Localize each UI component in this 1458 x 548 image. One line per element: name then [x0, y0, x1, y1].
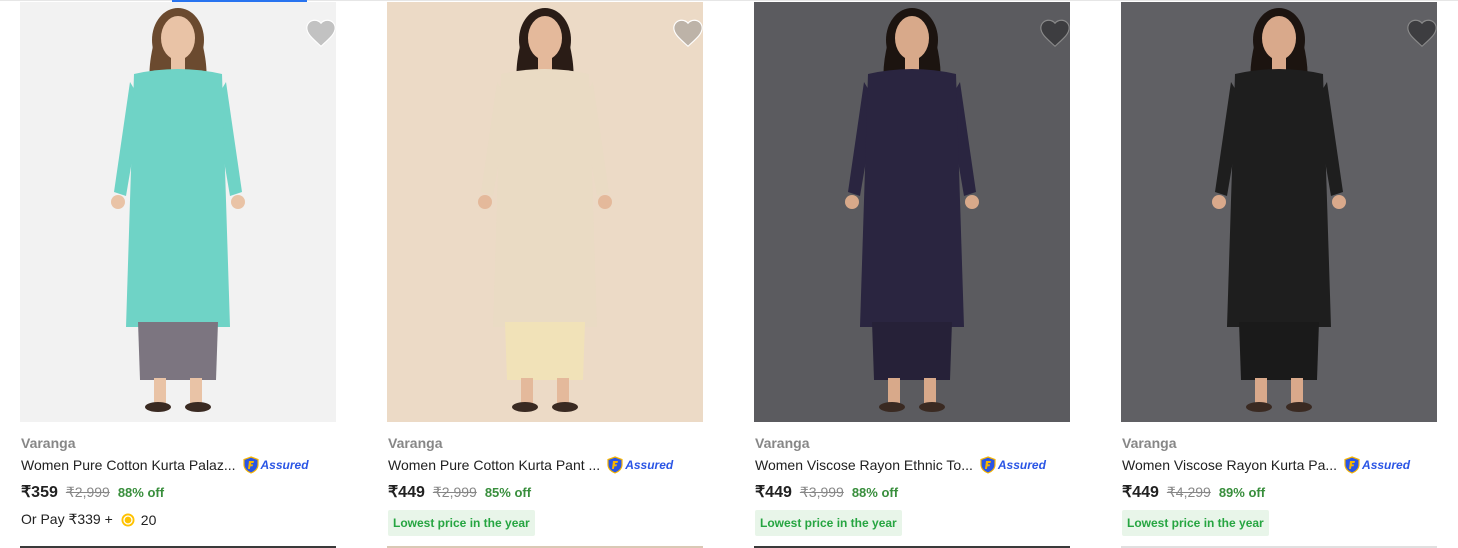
model-bottoms: [138, 322, 218, 380]
product-title[interactable]: Women Pure Cotton Kurta Pant ...: [388, 457, 600, 473]
product-title[interactable]: Women Viscose Rayon Kurta Pa...: [1122, 457, 1337, 473]
model-left-leg: [1255, 378, 1267, 404]
original-price: ₹3,999: [799, 484, 844, 500]
product-grid: Varanga Women Pure Cotton Kurta Palaz...…: [0, 0, 1458, 548]
lowest-price-badge: Lowest price in the year: [755, 510, 902, 536]
model-face: [1262, 16, 1296, 60]
product-image[interactable]: [387, 2, 703, 422]
original-price: ₹2,999: [65, 484, 110, 500]
model-right-hand: [1332, 195, 1346, 209]
lowest-price-badge: Lowest price in the year: [1122, 510, 1269, 536]
assured-shield-icon: [1344, 456, 1360, 474]
discount-percent: 88% off: [117, 485, 165, 500]
model-kurta: [1227, 69, 1331, 327]
model-right-leg: [557, 378, 569, 404]
product-title[interactable]: Women Viscose Rayon Ethnic To...: [755, 457, 973, 473]
product-card[interactable]: Varanga Women Pure Cotton Kurta Palaz...…: [20, 2, 336, 548]
assured-badge: Assured: [242, 455, 309, 475]
assured-badge: Assured: [1343, 455, 1410, 475]
product-image[interactable]: [1121, 2, 1437, 422]
model-bottoms: [1239, 322, 1319, 380]
model-left-hand: [111, 195, 125, 209]
selling-price: ₹449: [755, 484, 792, 501]
original-price: ₹4,299: [1166, 484, 1211, 500]
product-image[interactable]: [20, 2, 336, 422]
model-right-shoe: [1286, 402, 1312, 412]
model-right-hand: [965, 195, 979, 209]
model-kurta: [126, 69, 230, 327]
model-right-shoe: [552, 402, 578, 412]
assured-shield-icon: [607, 456, 623, 474]
model-right-hand: [231, 195, 245, 209]
product-card[interactable]: Varanga Women Viscose Rayon Ethnic To...…: [754, 2, 1070, 548]
product-image[interactable]: [754, 2, 1070, 422]
pay-label: Or Pay ₹339 +: [21, 511, 113, 527]
model-right-hand: [598, 195, 612, 209]
lowest-price-badge: Lowest price in the year: [388, 510, 535, 536]
product-card[interactable]: Varanga Women Viscose Rayon Kurta Pa... …: [1121, 2, 1437, 548]
original-price: ₹2,999: [432, 484, 477, 500]
discount-percent: 85% off: [484, 485, 532, 500]
assured-badge: Assured: [606, 455, 673, 475]
model-right-shoe: [919, 402, 945, 412]
model-kurta: [493, 69, 597, 327]
assured-badge: Assured: [979, 455, 1046, 475]
model-left-shoe: [1246, 402, 1272, 412]
selling-price: ₹359: [21, 484, 58, 501]
discount-percent: 88% off: [851, 485, 899, 500]
price-row: ₹449 ₹2,999 85% off: [388, 482, 531, 502]
model-face: [161, 16, 195, 60]
wishlist-heart-icon[interactable]: [1038, 16, 1070, 50]
selling-price: ₹449: [388, 484, 425, 501]
model-left-hand: [1212, 195, 1226, 209]
assured-shield-icon: [242, 456, 259, 474]
model-left-hand: [845, 195, 859, 209]
coin-count: 20: [140, 511, 157, 528]
model-left-hand: [478, 195, 492, 209]
product-brand: Varanga: [1122, 435, 1177, 451]
model-left-shoe: [879, 402, 905, 412]
model-face: [528, 16, 562, 60]
model-face: [895, 16, 929, 60]
wishlist-heart-icon[interactable]: [1405, 16, 1437, 50]
model-right-shoe: [185, 402, 211, 412]
supercoin-offer: Or Pay ₹339 + 20: [21, 511, 156, 528]
model-left-shoe: [512, 402, 538, 412]
model-left-leg: [888, 378, 900, 404]
model-left-leg: [521, 378, 533, 404]
model-kurta: [860, 69, 964, 327]
selling-price: ₹449: [1122, 484, 1159, 501]
wishlist-heart-icon[interactable]: [304, 16, 336, 50]
price-row: ₹359 ₹2,999 88% off: [21, 482, 164, 502]
product-brand: Varanga: [388, 435, 443, 451]
model-bottoms: [872, 322, 952, 380]
model-left-shoe: [145, 402, 171, 412]
model-right-leg: [1291, 378, 1303, 404]
model-right-leg: [924, 378, 936, 404]
product-brand: Varanga: [755, 435, 810, 451]
model-bottoms: [505, 322, 585, 380]
product-brand: Varanga: [21, 435, 76, 451]
price-row: ₹449 ₹4,299 89% off: [1122, 482, 1265, 502]
assured-shield-icon: [980, 456, 996, 474]
price-row: ₹449 ₹3,999 88% off: [755, 482, 898, 502]
supercoin-icon: [121, 513, 135, 526]
product-title[interactable]: Women Pure Cotton Kurta Palaz...: [21, 457, 236, 473]
discount-percent: 89% off: [1218, 485, 1266, 500]
model-left-leg: [154, 378, 166, 404]
product-card[interactable]: Varanga Women Pure Cotton Kurta Pant ...…: [387, 2, 703, 548]
model-right-leg: [190, 378, 202, 404]
wishlist-heart-icon[interactable]: [671, 16, 703, 50]
